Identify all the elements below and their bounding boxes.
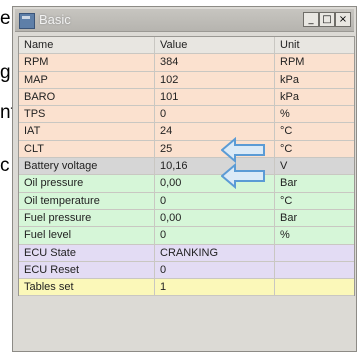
left-arrow-icon: [221, 137, 265, 163]
cell-name: Fuel level: [19, 227, 155, 244]
cell-unit: V: [280, 160, 288, 173]
cell-unit: kPa: [280, 90, 299, 103]
table-row[interactable]: Battery voltage 10,16 V: [19, 158, 354, 176]
table-row[interactable]: Tables set 1: [19, 279, 354, 297]
cell-name: TPS: [19, 106, 155, 123]
cell-name: ECU Reset: [19, 261, 155, 279]
cell-name: MAP: [19, 71, 155, 88]
cell-unit: %: [280, 108, 290, 121]
left-arrow-icon: [221, 163, 265, 189]
cell-unit: Bar: [280, 211, 298, 224]
table-row[interactable]: ECU State CRANKING: [19, 244, 354, 262]
cell-name: RPM: [19, 54, 155, 71]
cell-unit: °C: [280, 194, 293, 207]
cell-name: CLT: [19, 140, 155, 158]
cell-unit: Bar: [280, 177, 298, 190]
column-header-value[interactable]: Value: [155, 37, 275, 54]
cell-value: 1: [155, 279, 275, 296]
table-row[interactable]: ECU Reset 0: [19, 261, 354, 280]
cell-name: Oil temperature: [19, 192, 155, 209]
column-header-unit[interactable]: Unit: [275, 37, 354, 53]
cell-unit: %: [280, 229, 290, 242]
cell-unit: kPa: [280, 73, 299, 86]
cell-name: IAT: [19, 123, 155, 140]
table-row[interactable]: BARO 101 kPa: [19, 88, 354, 107]
cell-value: 102: [155, 71, 275, 88]
cell-unit: RPM: [280, 56, 305, 69]
window-title: Basic: [39, 12, 71, 27]
cell-name: Battery voltage: [19, 158, 155, 175]
table-row[interactable]: RPM 384 RPM: [19, 54, 354, 72]
basic-window: Basic _ □ × Name Value Unit RPM 384 RPM MAP…: [12, 6, 357, 352]
table-row[interactable]: Oil pressure 0,00 Bar: [19, 175, 354, 193]
table-row[interactable]: MAP 102 kPa: [19, 71, 354, 89]
cell-unit: [275, 262, 354, 278]
table-row[interactable]: TPS 0%: [19, 106, 354, 124]
table-row[interactable]: IAT 24 °C: [19, 123, 354, 141]
cell-value: 0: [155, 106, 275, 123]
maximize-button[interactable]: □: [319, 12, 335, 27]
cell-value: 384: [155, 54, 275, 71]
minimize-button[interactable]: _: [303, 12, 319, 27]
cell-value: 0: [155, 261, 275, 279]
table-row[interactable]: Oil temperature 0 °C: [19, 192, 354, 210]
cell-unit: °C: [280, 142, 293, 155]
cell-value: CRANKING: [155, 244, 275, 261]
cell-unit: °C: [280, 125, 293, 138]
data-grid: Name Value Unit RPM 384 RPM MAP 102 kPa BARO 10…: [18, 36, 355, 297]
table-row[interactable]: Fuel pressure 0,00 Bar: [19, 209, 354, 228]
cell-name: ECU State: [19, 244, 155, 261]
cell-unit: [275, 245, 354, 261]
window-titlebar[interactable]: Basic _ □ ×: [15, 9, 354, 32]
cell-value: 0,00: [155, 209, 275, 227]
cell-unit: [275, 279, 354, 295]
cell-value: 0: [155, 227, 275, 244]
cell-value: 0: [155, 192, 275, 209]
table-row[interactable]: Fuel level 0%: [19, 227, 354, 245]
grid-header-row: Name Value Unit: [19, 37, 354, 55]
column-header-name[interactable]: Name: [19, 37, 155, 54]
cell-name: Fuel pressure: [19, 209, 155, 227]
cell-name: BARO: [19, 88, 155, 106]
cell-name: Oil pressure: [19, 175, 155, 192]
close-button[interactable]: ×: [335, 12, 351, 27]
cell-name: Tables set: [19, 279, 155, 296]
app-icon: [19, 13, 35, 29]
table-row[interactable]: CLT 25 °C: [19, 140, 354, 159]
cell-value: 101: [155, 88, 275, 106]
